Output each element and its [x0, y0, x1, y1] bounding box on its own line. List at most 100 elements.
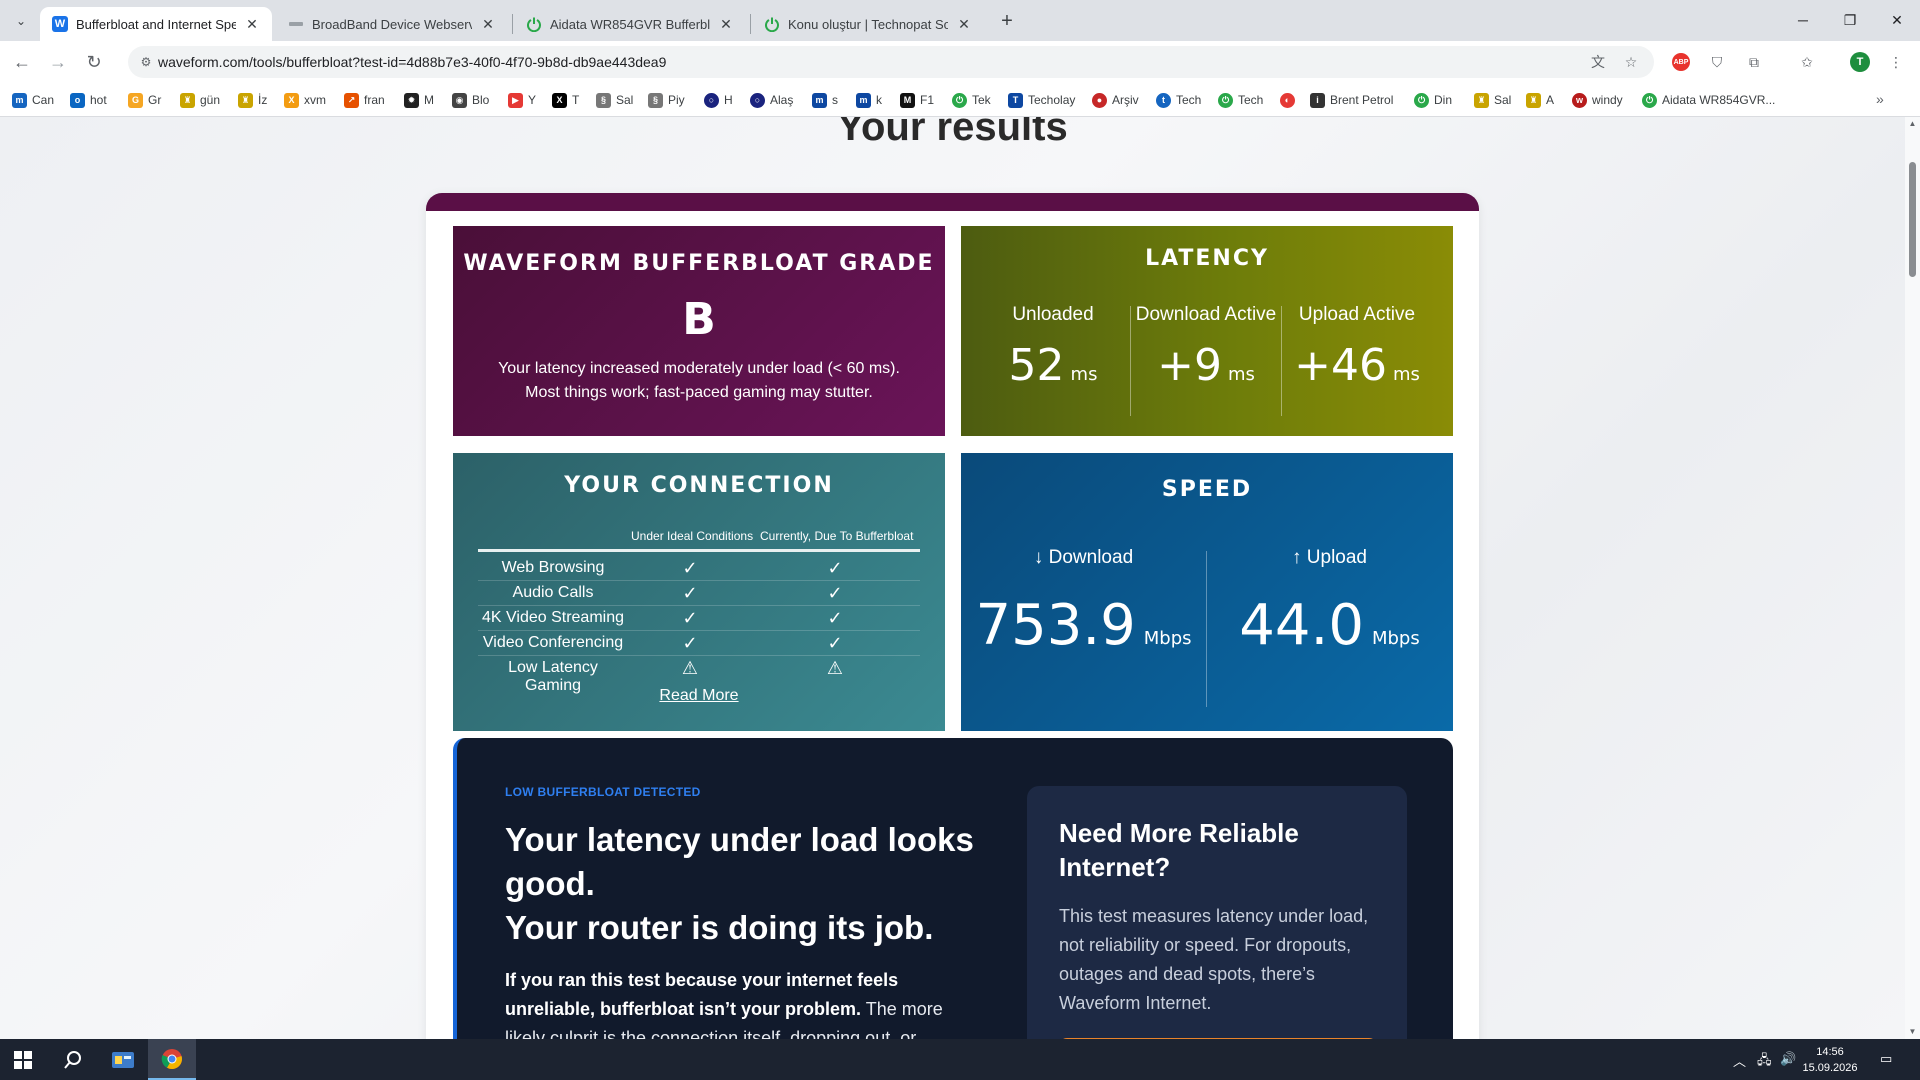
bookmark-item[interactable]: w windy [1572, 91, 1623, 109]
scroll-up-arrow-icon[interactable]: ▲ [1908, 119, 1917, 128]
bookmark-favicon-icon: t [1156, 92, 1171, 108]
latency-unit: ms [1392, 364, 1420, 385]
close-window-icon[interactable]: ✕ [1874, 5, 1920, 35]
adblock-extension-icon[interactable]: ABP [1672, 53, 1690, 71]
bookmark-item[interactable]: m Can [12, 91, 54, 109]
x-logo-icon: X [552, 92, 567, 108]
bookmark-item[interactable]: o hot [70, 91, 107, 109]
bookmark-item[interactable]: ♜ İz [238, 91, 267, 109]
bookmark-item[interactable]: ♜ A [1526, 91, 1554, 109]
start-windows-icon[interactable] [0, 1039, 46, 1080]
info-headline: Your latency under load looks good. Your… [505, 818, 975, 950]
bookmark-item[interactable]: ⏻ Tech [1218, 91, 1263, 109]
bookmark-item[interactable]: ▶ Y [508, 91, 536, 109]
scrollbar-thumb[interactable] [1909, 162, 1916, 277]
download-label: ↓ Download [1033, 547, 1134, 568]
bookmark-item[interactable]: Xxvm [284, 91, 326, 109]
bookmark-item[interactable]: M F1 [900, 91, 934, 109]
bookmark-item[interactable]: ⏻ Din [1414, 91, 1452, 109]
bookmark-item[interactable]: i Brent Petrol [1310, 91, 1393, 109]
bookmark-favicon-icon: X [284, 92, 299, 108]
bookmarks-panel-icon[interactable]: ✩ [1795, 50, 1819, 74]
bookmark-item[interactable]: ms [812, 91, 838, 109]
tab-title: BroadBand Device Webserver [312, 16, 472, 32]
bookmark-item[interactable]: ⏻ Tek [952, 91, 991, 109]
bookmark-item[interactable]: mk [856, 91, 882, 109]
tab-strip: ⌄ W Bufferbloat and Internet Speed ✕ Bro… [0, 0, 1920, 41]
bookmark-item[interactable]: G Gr [128, 91, 161, 109]
bookmark-item[interactable]: ✹ M [404, 91, 434, 109]
bookmark-item[interactable]: ○ Alaş [750, 91, 793, 109]
table-rule [478, 549, 920, 552]
tab-title: Aidata WR854GVR Bufferbloat [550, 16, 710, 32]
volume-icon[interactable]: 🔊 [1780, 1051, 1796, 1067]
back-arrow-icon[interactable]: ← [8, 48, 36, 76]
close-tab-icon[interactable]: ✕ [244, 16, 260, 32]
restore-icon[interactable]: ❐ [1827, 5, 1873, 35]
search-icon[interactable] [50, 1039, 96, 1080]
grade-description: Your latency increased moderately under … [453, 357, 945, 405]
minimize-icon[interactable]: ─ [1780, 5, 1826, 35]
info-headline-line: Your latency under load looks good. [505, 821, 974, 902]
check-icon: ✓ [682, 608, 698, 628]
tab-bufferbloat[interactable]: W Bufferbloat and Internet Speed ✕ [40, 7, 272, 41]
check-icon: ✓ [682, 558, 698, 578]
upload-value: 44.0 [1239, 593, 1364, 658]
tab-broadband[interactable]: BroadBand Device Webserver ✕ [276, 7, 508, 41]
bookmark-item[interactable]: ● Arşiv [1092, 91, 1139, 109]
profile-avatar[interactable]: T [1850, 52, 1870, 72]
bookmark-item[interactable]: T Techolay [1008, 91, 1075, 109]
network-icon[interactable]: 🖧 [1757, 1051, 1772, 1073]
tray-chevron-up-icon[interactable]: ︿ [1733, 1051, 1746, 1070]
site-info-icon[interactable]: ⚙ [136, 52, 156, 72]
close-tab-icon[interactable]: ✕ [480, 16, 496, 32]
file-explorer-icon[interactable] [100, 1039, 146, 1080]
bookmark-item[interactable]: XT [552, 91, 579, 109]
bookmark-favicon-icon: M [900, 92, 915, 108]
bookmark-item[interactable]: ○ H [704, 91, 733, 109]
read-more-link[interactable]: Read More [453, 687, 945, 705]
bookmark-item[interactable]: ◉ Blo [452, 91, 489, 109]
bookmark-item[interactable]: ⏻ Aidata WR854GVR... [1642, 91, 1775, 109]
tab-technopat[interactable]: Konu oluştur | Technopat Sosyal ✕ [752, 7, 984, 41]
bookmarks-overflow-chevron-icon[interactable]: » [1876, 91, 1884, 107]
latency-unit: ms [1227, 364, 1255, 385]
bookmark-item[interactable]: § Sal [596, 91, 633, 109]
close-tab-icon[interactable]: ✕ [956, 16, 972, 32]
bookmark-item[interactable]: § Piy [648, 91, 685, 109]
translate-icon[interactable]: 文 [1588, 52, 1608, 72]
chrome-taskbar-icon[interactable] [148, 1039, 196, 1080]
page-scrollbar[interactable]: ▲ ▼ [1905, 117, 1920, 1039]
shield-extension-icon[interactable]: ⛉ [1705, 50, 1729, 74]
bookmark-item[interactable]: ♜ Sal [1474, 91, 1511, 109]
bookmark-item[interactable]: ↗ fran [344, 91, 385, 109]
tab-search-chevron-icon[interactable]: ⌄ [10, 10, 32, 32]
extensions-puzzle-icon[interactable]: ⧉ [1742, 50, 1766, 74]
reload-icon[interactable]: ↻ [80, 48, 108, 76]
forward-arrow-icon[interactable]: → [44, 48, 72, 76]
scroll-down-arrow-icon[interactable]: ▼ [1908, 1027, 1917, 1036]
menu-dots-icon[interactable]: ⋮ [1884, 50, 1908, 74]
tab-title: Konu oluştur | Technopat Sosyal [788, 16, 948, 32]
latency-label: Unloaded [1012, 304, 1094, 325]
grade-description-line: Most things work; fast-paced gaming may … [525, 384, 873, 401]
activity-name: Web Browsing [501, 559, 605, 576]
bookmark-favicon-icon: ♜ [1474, 92, 1489, 108]
latency-value: +9 [1157, 340, 1222, 391]
url-text[interactable]: waveform.com/tools/bufferbloat?test-id=4… [158, 54, 666, 70]
address-bar[interactable]: ⚙ waveform.com/tools/bufferbloat?test-id… [128, 46, 1654, 78]
bookmark-item[interactable]: ◐ [1280, 91, 1300, 109]
new-tab-plus-icon[interactable]: + [994, 8, 1020, 34]
bookmark-item[interactable]: ♜ gün [180, 91, 220, 109]
bookmark-item[interactable]: t Tech [1156, 91, 1201, 109]
latency-value: +46 [1294, 340, 1387, 391]
column-header-current: Currently, Due To Bufferbloat [760, 529, 914, 543]
bookmark-star-icon[interactable]: ☆ [1621, 52, 1641, 72]
latency-upload-active: Upload Active +46 ms [1282, 304, 1432, 391]
latency-card: LATENCY Unloaded 52 ms Download Active +9… [961, 226, 1453, 436]
tab-aidata[interactable]: Aidata WR854GVR Bufferbloat ✕ [514, 7, 746, 41]
download-speed: ↓ Download 753.9 Mbps [961, 547, 1206, 658]
notifications-icon[interactable]: ▭ [1880, 1051, 1892, 1067]
system-clock[interactable]: 14:56 15.09.2026 [1796, 1044, 1864, 1076]
close-tab-icon[interactable]: ✕ [718, 16, 734, 32]
